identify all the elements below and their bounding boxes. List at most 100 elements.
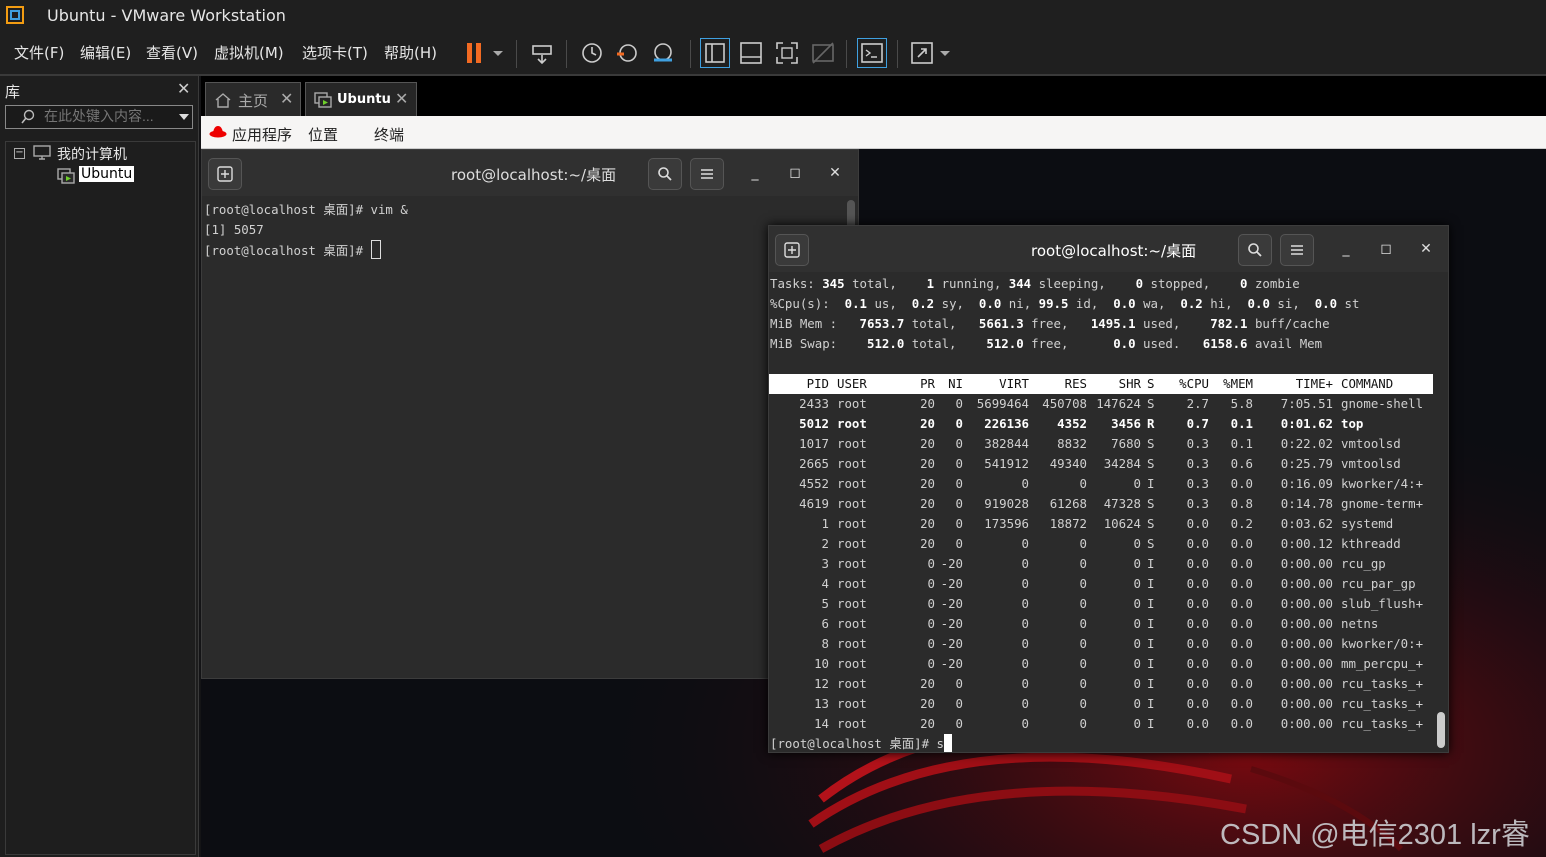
tree-item-ubuntu[interactable]: Ubuntu xyxy=(79,166,135,182)
table-cell: I xyxy=(1147,696,1155,711)
menu-tabs[interactable]: 选项卡(T) xyxy=(302,42,368,63)
table-cell: kthreadd xyxy=(1341,536,1401,551)
table-cell: root xyxy=(837,496,867,511)
menu-button[interactable] xyxy=(1280,234,1314,266)
menu-help[interactable]: 帮助(H) xyxy=(384,42,437,63)
table-cell: S xyxy=(1147,536,1155,551)
menu-file[interactable]: 文件(F) xyxy=(14,42,64,63)
top-cpu-line: %Cpu(s): 0.1 us, 0.2 sy, 0.0 ni, 99.5 id… xyxy=(770,296,1360,311)
table-cell: 0.0 xyxy=(1230,476,1253,491)
snapshot-manager-icon[interactable] xyxy=(650,40,676,66)
table-cell: root xyxy=(837,576,867,591)
close-icon[interactable]: ✕ xyxy=(177,79,190,98)
table-cell: S xyxy=(1147,436,1155,451)
snapshot-icon[interactable] xyxy=(579,40,605,66)
send-keys-icon[interactable] xyxy=(529,40,555,66)
column-header: USER xyxy=(837,376,867,391)
stretch-icon[interactable] xyxy=(909,40,935,66)
menu-edit[interactable]: 编辑(E) xyxy=(80,42,131,63)
table-cell: S xyxy=(1147,516,1155,531)
table-cell: I xyxy=(1147,676,1155,691)
pause-icon[interactable] xyxy=(462,40,488,66)
menu-view[interactable]: 查看(V) xyxy=(146,42,198,63)
table-cell: 2665 xyxy=(799,456,829,471)
close-icon[interactable]: ✕ xyxy=(1416,239,1436,259)
close-icon[interactable]: ✕ xyxy=(280,89,293,108)
table-cell: 173596 xyxy=(984,516,1029,531)
table-cell: 0 xyxy=(955,536,963,551)
table-cell: 20 xyxy=(920,436,935,451)
terminal-header: root@localhost:~/桌面 _ ◻ ✕ xyxy=(202,150,858,196)
tab-ubuntu[interactable]: Ubuntu ✕ xyxy=(305,82,417,117)
table-cell: 0 xyxy=(1079,476,1087,491)
revert-snapshot-icon[interactable] xyxy=(614,40,640,66)
cursor xyxy=(943,734,952,752)
new-tab-button[interactable] xyxy=(775,234,809,266)
gnome-places-menu[interactable]: 位置 xyxy=(308,124,338,145)
table-cell: 0 xyxy=(955,456,963,471)
table-row: 12 root 20 0 0 0 0 I 0.0 0.0 0:00.00 rcu_tasks_+ xyxy=(769,674,1433,694)
dropdown-arrow-icon[interactable] xyxy=(178,112,190,122)
table-cell: 0.6 xyxy=(1230,456,1253,471)
table-cell: 0 xyxy=(955,676,963,691)
table-cell: 8832 xyxy=(1057,436,1087,451)
table-cell: 0:25.79 xyxy=(1280,456,1333,471)
table-cell: S xyxy=(1147,456,1155,471)
terminal-window-top: root@localhost:~/桌面 _ ◻ ✕ Tasks: 345 tot… xyxy=(768,225,1449,753)
table-row: 2665 root 20 0 541912 49340 34284 S 0.3 0.6 0:25.7… xyxy=(769,454,1433,474)
table-cell: root xyxy=(837,396,867,411)
table-cell: mm_percpu_+ xyxy=(1341,656,1424,671)
table-cell: 0:00.00 xyxy=(1280,636,1333,651)
collapse-toggle[interactable]: − xyxy=(14,148,25,159)
unity-mode-icon[interactable] xyxy=(810,40,836,66)
gnome-top-bar: 应用程序 位置 终端 xyxy=(201,116,1546,149)
terminal-title: root@localhost:~/桌面 xyxy=(451,166,617,184)
terminal-prompt: [root@localhost 桌面]# s xyxy=(770,734,952,754)
console-view-button[interactable] xyxy=(857,38,887,68)
search-button[interactable] xyxy=(1238,234,1272,266)
table-cell: 20 xyxy=(920,416,935,431)
minimize-icon[interactable]: _ xyxy=(1336,239,1356,259)
tab-home[interactable]: 主页 ✕ xyxy=(205,82,301,117)
table-cell: 0 xyxy=(1079,696,1087,711)
table-cell: 47328 xyxy=(1103,496,1141,511)
search-button[interactable] xyxy=(648,158,682,190)
close-icon[interactable]: ✕ xyxy=(825,163,845,183)
minimize-icon[interactable]: _ xyxy=(745,163,765,183)
table-cell: 0.0 xyxy=(1186,696,1209,711)
table-cell: 5.8 xyxy=(1230,396,1253,411)
table-cell: 4619 xyxy=(799,496,829,511)
table-cell: 0.0 xyxy=(1230,676,1253,691)
close-icon[interactable]: ✕ xyxy=(395,89,408,108)
new-tab-button[interactable] xyxy=(208,158,242,190)
table-cell: 0.0 xyxy=(1230,596,1253,611)
scrollbar[interactable] xyxy=(1437,712,1445,748)
gnome-terminal-menu[interactable]: 终端 xyxy=(374,124,404,145)
tree-item-my-computer[interactable]: 我的计算机 xyxy=(57,144,127,164)
table-cell: 0 xyxy=(1021,696,1029,711)
chevron-down-icon[interactable] xyxy=(488,40,508,66)
table-cell: 0 xyxy=(927,616,935,631)
fullscreen-icon[interactable] xyxy=(774,40,800,66)
table-cell: 3 xyxy=(821,556,829,571)
maximize-icon[interactable]: ◻ xyxy=(785,163,805,183)
menu-button[interactable] xyxy=(690,158,724,190)
library-search-input[interactable] xyxy=(44,107,172,125)
library-toggle-button[interactable] xyxy=(700,38,730,68)
maximize-icon[interactable]: ◻ xyxy=(1376,239,1396,259)
table-cell: 0.0 xyxy=(1230,576,1253,591)
table-cell: 0.3 xyxy=(1186,436,1209,451)
table-cell: 0.0 xyxy=(1186,676,1209,691)
table-cell: I xyxy=(1147,716,1155,731)
menu-vm[interactable]: 虚拟机(M) xyxy=(214,42,284,63)
gnome-applications-menu[interactable]: 应用程序 xyxy=(232,124,292,145)
table-cell: 0.0 xyxy=(1186,656,1209,671)
chevron-down-icon[interactable] xyxy=(936,40,954,66)
table-cell: top xyxy=(1341,416,1364,431)
table-cell: R xyxy=(1147,416,1155,431)
table-cell: 0.1 xyxy=(1230,416,1253,431)
table-row: 5 root 0 -20 0 0 0 I 0.0 0.0 0:00.00 slub_flush+ xyxy=(769,594,1433,614)
table-cell: 7:05.51 xyxy=(1280,396,1333,411)
terminal-header: root@localhost:~/桌面 _ ◻ ✕ xyxy=(769,226,1448,272)
thumbnail-bar-icon[interactable] xyxy=(738,40,764,66)
